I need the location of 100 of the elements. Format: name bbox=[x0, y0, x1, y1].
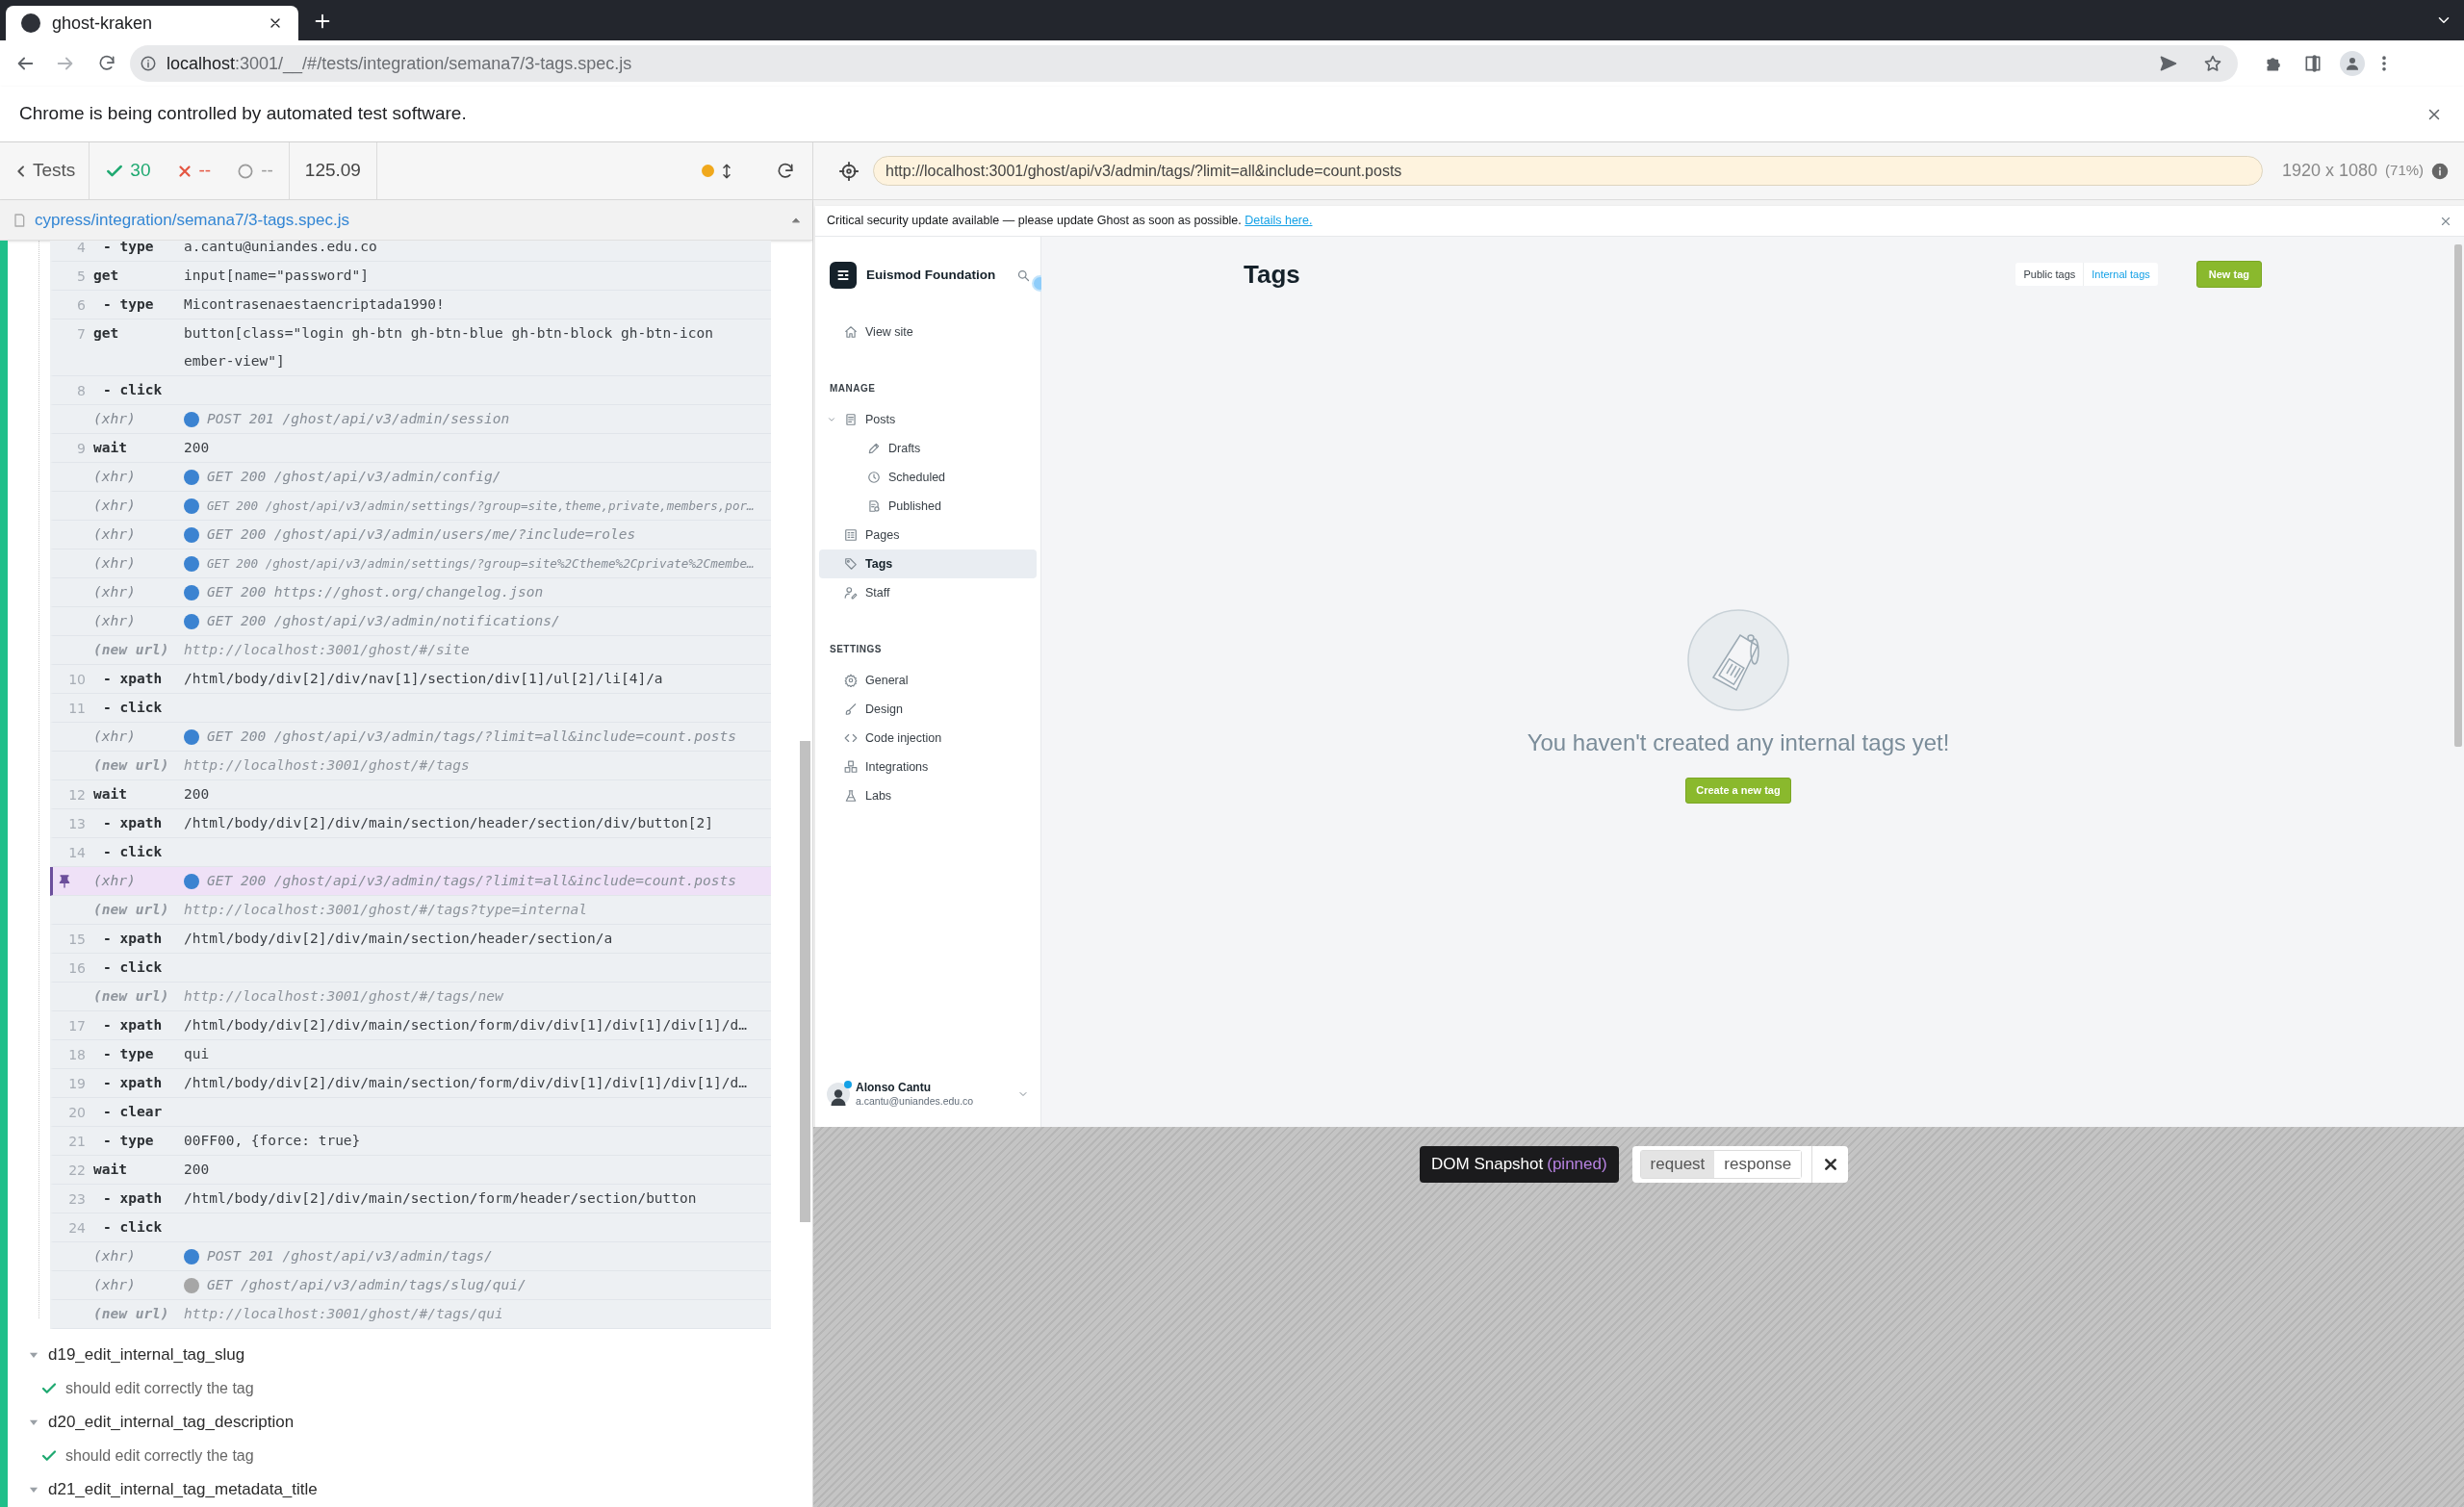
command-name: (new url) bbox=[92, 988, 169, 1004]
command-name: - click bbox=[102, 700, 163, 715]
command-message: http://localhost:3001/ghost/#/tags?type=internal bbox=[184, 901, 588, 919]
command-name: - xpath bbox=[102, 671, 163, 686]
suite-title[interactable]: d20_edit_internal_tag_description bbox=[48, 1409, 295, 1435]
command-name: get bbox=[92, 268, 119, 283]
search-icon[interactable] bbox=[1016, 268, 1031, 283]
info-icon[interactable] bbox=[140, 55, 157, 72]
view-site-link[interactable]: View site bbox=[815, 318, 1040, 346]
line-number: 21 bbox=[68, 1133, 86, 1151]
user-avatar[interactable] bbox=[827, 1083, 850, 1106]
reload-icon[interactable] bbox=[97, 54, 116, 73]
pin-icon[interactable] bbox=[57, 874, 72, 889]
command-name: - type bbox=[102, 1046, 154, 1061]
command-message: POST 201 /ghost/api/v3/admin/session bbox=[207, 410, 510, 428]
user-email: a.cantu@uniandes.edu.co bbox=[856, 1094, 975, 1108]
line-number: 20 bbox=[68, 1104, 86, 1122]
command-name: (xhr) bbox=[92, 526, 136, 542]
tests-back-button[interactable]: Tests bbox=[0, 142, 90, 199]
document-icon bbox=[867, 499, 881, 513]
scrollbar-thumb[interactable] bbox=[2454, 244, 2462, 747]
command-message: 200 bbox=[184, 1161, 210, 1179]
command-name: - click bbox=[102, 959, 163, 975]
nav-item[interactable]: Design bbox=[819, 695, 1037, 724]
nav-item[interactable]: Drafts bbox=[819, 434, 1037, 463]
command-message: qui bbox=[184, 1045, 210, 1063]
scroll-up-icon[interactable] bbox=[791, 215, 801, 225]
line-number: 23 bbox=[68, 1190, 86, 1209]
info-icon[interactable] bbox=[2431, 162, 2450, 180]
command-name: (xhr) bbox=[92, 469, 136, 484]
snapshot-toggle[interactable]: request bbox=[1640, 1151, 1715, 1178]
line-number: 10 bbox=[68, 671, 86, 689]
command-message: /html/body/div[2]/div/nav[1]/section/div[1]/ul[2]/li[4]/a bbox=[184, 670, 663, 688]
command-message: /html/body/div[2]/div/main/section/form/div/div[1]/div[1]/div[1]/d… bbox=[184, 1074, 747, 1092]
nav-item[interactable]: Scheduled bbox=[819, 463, 1037, 492]
command-name: - type bbox=[102, 296, 154, 312]
command-message: 200 bbox=[184, 439, 210, 457]
command-message: GET 200 /ghost/api/v3/admin/config/ bbox=[207, 468, 501, 486]
command-name: wait bbox=[92, 1162, 127, 1177]
line-number: 7 bbox=[77, 325, 86, 344]
profile-icon[interactable] bbox=[2340, 51, 2365, 76]
tag-filter-tab[interactable]: Public tags bbox=[2015, 263, 2084, 286]
suite-title[interactable]: d21_edit_internal_tag_metadata_title bbox=[48, 1476, 318, 1502]
test-title[interactable]: should edit correctly the tag bbox=[65, 1443, 254, 1468]
nav-item[interactable]: Published bbox=[819, 492, 1037, 521]
passed-count: 30 bbox=[130, 159, 151, 183]
scrollbar-thumb[interactable] bbox=[800, 741, 810, 1222]
gear-icon bbox=[844, 674, 858, 687]
aut-url-field[interactable]: http://localhost:3001/ghost/api/v3/admin/tags/?limit=all&include=count.posts bbox=[873, 156, 2263, 186]
command-message: /html/body/div[2]/div/main/section/form/div/div[1]/div[1]/div[1]/d… bbox=[184, 1016, 747, 1034]
command-name: - xpath bbox=[102, 815, 163, 830]
user-name: Alonso Cantu bbox=[856, 1081, 932, 1094]
site-title[interactable]: Euismod Foundation bbox=[866, 265, 1007, 286]
line-number: 5 bbox=[77, 268, 86, 286]
line-number: 16 bbox=[68, 959, 86, 978]
command-message: GET 200 /ghost/api/v3/admin/settings/?group=site%2Ctheme%2Cprivate%2Cmembe… bbox=[207, 555, 755, 573]
nav-item[interactable]: Staff bbox=[819, 578, 1037, 607]
empty-state-message: You haven't created any internal tags yet! bbox=[1527, 728, 1950, 757]
nav-item[interactable]: Code injection bbox=[819, 724, 1037, 753]
command-message: input[name="password"] bbox=[184, 267, 370, 285]
command-name: (xhr) bbox=[92, 411, 136, 426]
bookmark-star-icon[interactable] bbox=[2203, 54, 2222, 73]
command-message: http://localhost:3001/ghost/#/tags/new bbox=[184, 987, 503, 1006]
command-message: GET 200 https://ghost.org/changelog.json bbox=[207, 583, 544, 601]
command-name: - xpath bbox=[102, 1075, 163, 1090]
nav-item[interactable]: General bbox=[819, 666, 1037, 695]
command-name: (xhr) bbox=[92, 613, 136, 628]
send-icon[interactable] bbox=[2159, 54, 2178, 73]
nav-item[interactable]: Integrations bbox=[819, 753, 1037, 781]
command-message: GET 200 /ghost/api/v3/admin/tags/?limit=all&include=count.posts bbox=[207, 728, 736, 746]
side-panel-icon[interactable] bbox=[2303, 54, 2323, 73]
line-number: 14 bbox=[68, 844, 86, 862]
suite-title[interactable]: d19_edit_internal_tag_slug bbox=[48, 1341, 245, 1367]
nav-item[interactable]: Tags bbox=[819, 549, 1037, 578]
line-number: 4 bbox=[77, 241, 86, 257]
reload-icon[interactable] bbox=[776, 161, 795, 181]
failed-count: -- bbox=[198, 159, 212, 183]
file-icon bbox=[12, 212, 27, 228]
command-message: button[class="login gh-btn gh-btn-blue gh-btn-block gh-btn-icon ember-view"] bbox=[184, 324, 714, 370]
nav-item[interactable]: Pages bbox=[819, 521, 1037, 549]
command-name: (new url) bbox=[92, 757, 169, 773]
nav-item[interactable]: Posts bbox=[819, 405, 1037, 434]
command-name: (xhr) bbox=[92, 584, 136, 600]
command-name: - type bbox=[102, 1133, 154, 1148]
address-bar[interactable]: localhost:3001/__/#/tests/integration/semana7/3-tags.spec.js bbox=[130, 45, 2238, 82]
selector-playground-icon[interactable] bbox=[838, 160, 860, 182]
pencil-icon bbox=[867, 442, 881, 455]
command-name: (new url) bbox=[92, 642, 169, 657]
command-name: (xhr) bbox=[92, 555, 136, 571]
test-title[interactable]: should edit correctly the tag bbox=[65, 1376, 254, 1400]
command-name: get bbox=[92, 325, 119, 341]
document-icon bbox=[844, 413, 858, 426]
browser-tab[interactable]: ghost-kraken bbox=[6, 6, 298, 40]
automation-infobar-text: Chrome is being controlled by automated test software. bbox=[19, 102, 468, 126]
url-text: localhost:3001/__/#/tests/integration/semana7/3-tags.spec.js bbox=[167, 52, 633, 76]
nav-item[interactable]: Labs bbox=[819, 781, 1037, 810]
line-number: 12 bbox=[68, 786, 86, 805]
dom-snapshot-label: DOM Snapshot (pinned) bbox=[1420, 1146, 1619, 1183]
command-message: a.cantu@uniandes.edu.co bbox=[184, 241, 377, 256]
page-title: Tags bbox=[1244, 258, 1301, 291]
